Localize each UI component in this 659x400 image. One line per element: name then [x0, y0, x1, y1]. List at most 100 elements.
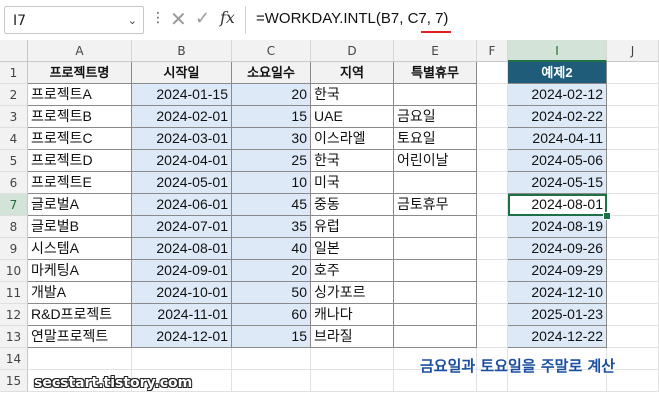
grid-cell[interactable]: [477, 238, 508, 260]
table-cell[interactable]: 시스템A: [28, 238, 132, 260]
table-cell[interactable]: 2024-06-01: [132, 194, 232, 216]
table-cell[interactable]: [394, 282, 477, 304]
table-cell[interactable]: 2024-02-01: [132, 106, 232, 128]
table-cell[interactable]: 30: [232, 128, 311, 150]
table-cell[interactable]: 프로젝트D: [28, 150, 132, 172]
result-cell[interactable]: 2024-02-12: [508, 84, 607, 106]
row-header-5[interactable]: 5: [0, 150, 28, 172]
table-cell[interactable]: 토요일: [394, 128, 477, 150]
table-cell[interactable]: 한국: [311, 84, 394, 106]
table-cell[interactable]: 45: [232, 194, 311, 216]
column-header-F[interactable]: F: [477, 40, 508, 62]
table-cell[interactable]: 유럽: [311, 216, 394, 238]
table-cell[interactable]: 2024-03-01: [132, 128, 232, 150]
table-cell[interactable]: 프로젝트E: [28, 172, 132, 194]
grid-cell[interactable]: [607, 62, 659, 84]
row-header-3[interactable]: 3: [0, 106, 28, 128]
table-cell[interactable]: 한국: [311, 150, 394, 172]
table-cell[interactable]: 마케팅A: [28, 260, 132, 282]
table-cell[interactable]: 글로벌B: [28, 216, 132, 238]
result-cell[interactable]: 2024-05-06: [508, 150, 607, 172]
row-header-1[interactable]: 1: [0, 62, 28, 84]
row-header-7[interactable]: 7: [0, 194, 28, 216]
result-cell[interactable]: 2024-09-26: [508, 238, 607, 260]
table-cell[interactable]: 이스라엘: [311, 128, 394, 150]
row-header-8[interactable]: 8: [0, 216, 28, 238]
grid-cell[interactable]: [477, 150, 508, 172]
grid-cell[interactable]: [607, 84, 659, 106]
table-cell[interactable]: [394, 238, 477, 260]
table-cell[interactable]: 미국: [311, 172, 394, 194]
table-cell[interactable]: [394, 260, 477, 282]
table-header-cell[interactable]: 시작일: [132, 62, 232, 84]
table-header-cell[interactable]: 지역: [311, 62, 394, 84]
grid-cell[interactable]: [28, 348, 132, 370]
result-cell[interactable]: 2024-04-11: [508, 128, 607, 150]
row-header-2[interactable]: 2: [0, 84, 28, 106]
grid-cell[interactable]: [311, 370, 394, 392]
table-cell[interactable]: 호주: [311, 260, 394, 282]
insert-function-icon[interactable]: fx: [220, 8, 235, 27]
check-icon[interactable]: ✓: [195, 8, 210, 29]
chevron-down-icon[interactable]: ⌄: [128, 7, 137, 35]
grid-cell[interactable]: [607, 172, 659, 194]
table-cell[interactable]: 20: [232, 260, 311, 282]
table-cell[interactable]: 2024-11-01: [132, 304, 232, 326]
table-cell[interactable]: 프로젝트C: [28, 128, 132, 150]
row-header-14[interactable]: 14: [0, 348, 28, 370]
table-cell[interactable]: 2024-01-15: [132, 84, 232, 106]
table-cell[interactable]: 2024-08-01: [132, 238, 232, 260]
grid-cell[interactable]: [607, 238, 659, 260]
fill-handle[interactable]: [603, 212, 611, 220]
grid-cell[interactable]: [607, 216, 659, 238]
row-header-9[interactable]: 9: [0, 238, 28, 260]
table-cell[interactable]: 15: [232, 326, 311, 348]
result-cell[interactable]: 2025-01-23: [508, 304, 607, 326]
grid-cell[interactable]: [477, 62, 508, 84]
table-header-cell[interactable]: 프로젝트명: [28, 62, 132, 84]
grid-cell[interactable]: [477, 106, 508, 128]
table-cell[interactable]: 40: [232, 238, 311, 260]
column-header-J[interactable]: J: [607, 40, 659, 62]
table-cell[interactable]: 2024-05-01: [132, 172, 232, 194]
table-cell[interactable]: 2024-09-01: [132, 260, 232, 282]
table-cell[interactable]: 프로젝트A: [28, 84, 132, 106]
column-header-E[interactable]: E: [394, 40, 477, 62]
table-cell[interactable]: [394, 326, 477, 348]
column-header-D[interactable]: D: [311, 40, 394, 62]
row-header-13[interactable]: 13: [0, 326, 28, 348]
grid-cell[interactable]: [477, 128, 508, 150]
grid-cell[interactable]: [607, 282, 659, 304]
table-cell[interactable]: 글로벌A: [28, 194, 132, 216]
row-header-4[interactable]: 4: [0, 128, 28, 150]
table-cell[interactable]: 10: [232, 172, 311, 194]
result-header-cell[interactable]: 예제2: [508, 62, 607, 84]
table-cell[interactable]: 싱가포르: [311, 282, 394, 304]
table-cell[interactable]: 일본: [311, 238, 394, 260]
table-cell[interactable]: [394, 216, 477, 238]
result-cell[interactable]: 2024-12-10: [508, 282, 607, 304]
grid-cell[interactable]: [477, 260, 508, 282]
table-cell[interactable]: 15: [232, 106, 311, 128]
column-header-B[interactable]: B: [132, 40, 232, 62]
grid-cell[interactable]: [232, 348, 311, 370]
table-cell[interactable]: 개발A: [28, 282, 132, 304]
table-cell[interactable]: 금요일: [394, 106, 477, 128]
result-cell[interactable]: 2024-12-22: [508, 326, 607, 348]
grid-cell[interactable]: [607, 150, 659, 172]
table-header-cell[interactable]: 특별휴무: [394, 62, 477, 84]
grid-cell[interactable]: [477, 194, 508, 216]
grid-cell[interactable]: [232, 370, 311, 392]
select-all-corner[interactable]: [0, 40, 28, 62]
grid-cell[interactable]: [477, 304, 508, 326]
formula-input[interactable]: =WORKDAY.INTL(B7, C7, 7): [256, 10, 448, 27]
table-cell[interactable]: 브라질: [311, 326, 394, 348]
table-cell[interactable]: 금토휴무: [394, 194, 477, 216]
table-cell[interactable]: 어린이날: [394, 150, 477, 172]
result-cell[interactable]: 2024-05-15: [508, 172, 607, 194]
result-cell[interactable]: 2024-02-22: [508, 106, 607, 128]
row-header-12[interactable]: 12: [0, 304, 28, 326]
grid-cell[interactable]: [607, 194, 659, 216]
row-header-10[interactable]: 10: [0, 260, 28, 282]
table-cell[interactable]: 2024-10-01: [132, 282, 232, 304]
